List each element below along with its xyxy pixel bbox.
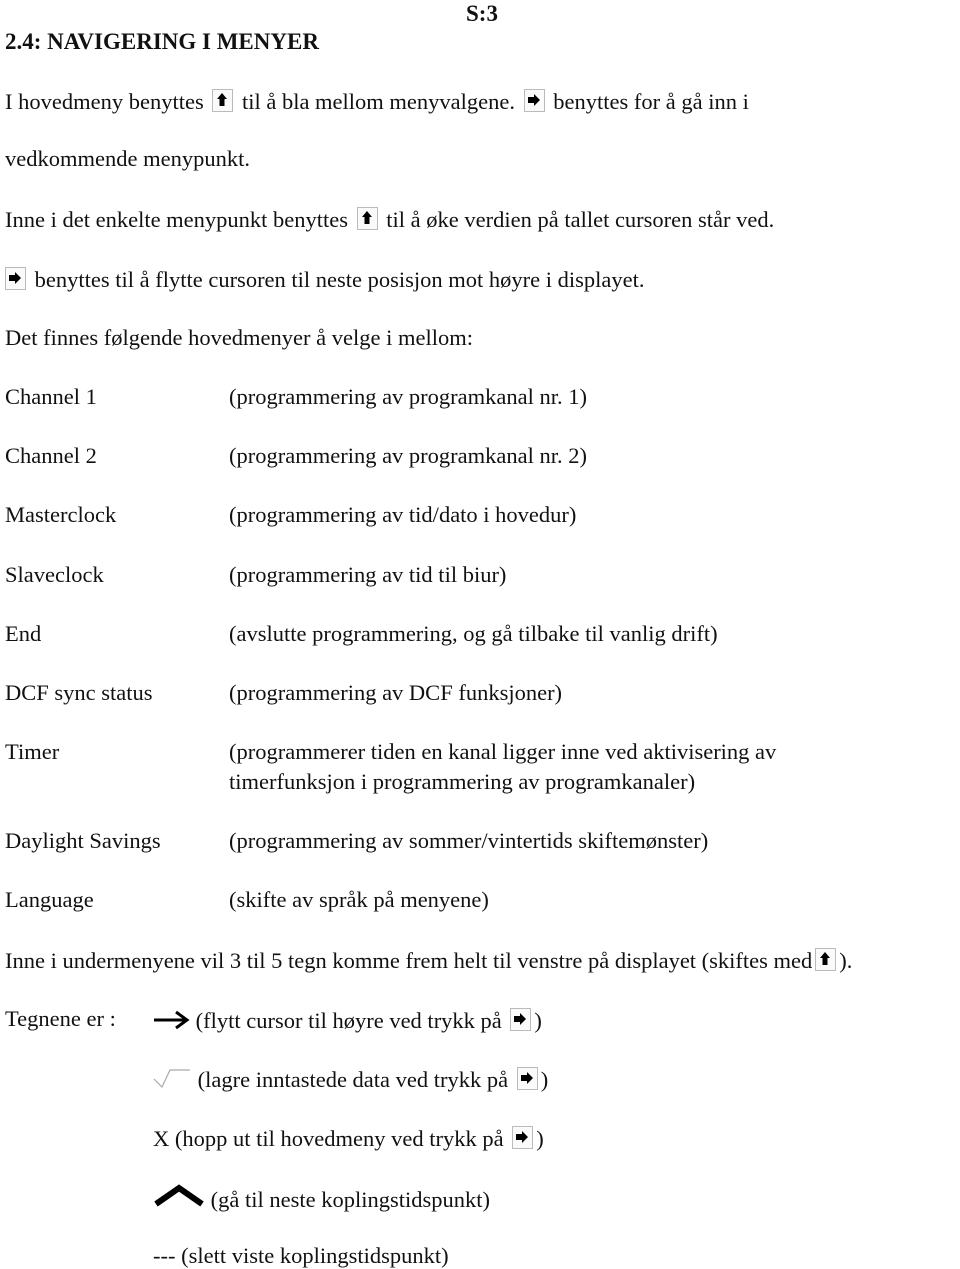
up-arrow-key-icon <box>356 207 378 230</box>
note-text: ). <box>839 948 853 973</box>
menu-name: Language <box>5 887 94 912</box>
sign-exit: X (hopp ut til hovedmeny ved trykk på ) <box>153 1126 544 1151</box>
sign-cursor: (flytt cursor til høyre ved trykk på ) <box>152 1008 542 1033</box>
menu-name: Channel 1 <box>5 384 97 409</box>
menu-name: Slaveclock <box>5 562 104 587</box>
menu-name: Timer <box>5 739 60 764</box>
page-title: 2.4: NAVIGERING I MENYER <box>5 29 319 54</box>
menu-desc: (programmerer tiden en kanal ligger inne… <box>229 739 777 764</box>
menu-desc-cont: timerfunksjon i programmering av program… <box>229 769 696 794</box>
intro-text: benyttes for å gå inn i <box>553 89 749 114</box>
menu-desc: (programmering av programkanal nr. 2) <box>229 443 588 468</box>
menu-desc: (avslutte programmering, og gå tilbake t… <box>229 621 718 646</box>
intro-text: benyttes til å flytte cursoren til neste… <box>34 267 645 292</box>
intro-line-4: benyttes til å flytte cursoren til neste… <box>2 267 645 292</box>
sign-text: (flytt cursor til høyre ved trykk på <box>195 1008 502 1033</box>
note-text: Inne i undermenyene vil 3 til 5 tegn kom… <box>5 948 813 973</box>
right-arrow-key-icon <box>510 1008 532 1031</box>
menu-desc: (skifte av språk på menyene) <box>229 887 489 912</box>
close-paren: ) <box>536 1126 544 1151</box>
sign-save: (lagre inntastede data ved trykk på ) <box>152 1067 548 1092</box>
menu-name: DCF sync status <box>5 680 153 705</box>
menu-desc: (programmering av sommer/vintertids skif… <box>229 828 709 853</box>
menu-name: Masterclock <box>5 502 117 527</box>
sign-delete: --- (slett viste koplingstidspunkt) <box>153 1243 449 1268</box>
intro-text: Inne i det enkelte menypunkt benyttes <box>5 207 349 232</box>
sign-text: (hopp ut til hovedmeny ved trykk på <box>174 1126 504 1151</box>
right-arrow-key-icon <box>523 89 545 112</box>
arrow-right-icon <box>154 1010 190 1030</box>
intro-text: til å øke verdien på tallet cursoren stå… <box>386 207 775 232</box>
right-arrow-key-icon <box>512 1126 534 1149</box>
intro-line-5: Det finnes følgende hovedmenyer å velge … <box>5 325 473 350</box>
right-arrow-key-icon <box>516 1067 538 1090</box>
sign-text: (gå til neste koplingstidspunkt) <box>210 1187 490 1212</box>
menu-name: End <box>5 621 42 646</box>
intro-text: I hovedmeny benyttes <box>5 89 204 114</box>
intro-text: til å bla mellom menyvalgene. <box>241 89 515 114</box>
menu-desc: (programmering av tid til biur) <box>229 562 507 587</box>
up-arrow-key-icon <box>212 89 234 112</box>
sign-next: (gå til neste koplingstidspunkt) <box>153 1184 490 1212</box>
menu-desc: (programmering av DCF funksjoner) <box>229 680 563 705</box>
intro-line-1: I hovedmeny benyttes til å bla mellom me… <box>5 89 749 114</box>
right-arrow-key-icon <box>5 267 26 290</box>
sign-text: (lagre inntastede data ved trykk på <box>197 1067 509 1092</box>
signs-label: Tegnene er : <box>5 1006 116 1031</box>
menu-desc: (programmering av tid/dato i hovedur) <box>229 502 577 527</box>
close-paren: ) <box>540 1067 549 1092</box>
menu-desc: (programmering av programkanal nr. 1) <box>229 384 588 409</box>
sign-text: (slett viste koplingstidspunkt) <box>181 1243 449 1268</box>
close-paren: ) <box>534 1008 542 1033</box>
intro-line-2: vedkommende menypunkt. <box>5 146 250 171</box>
intro-line-3: Inne i det enkelte menypunkt benyttes ti… <box>5 207 774 232</box>
submenu-note: Inne i undermenyene vil 3 til 5 tegn kom… <box>5 948 852 973</box>
up-arrow-key-icon <box>815 948 837 971</box>
menu-name: Daylight Savings <box>5 828 161 853</box>
sign-symbol: X <box>153 1126 170 1151</box>
menu-name: Channel 2 <box>5 443 97 468</box>
sign-symbol: --- <box>153 1243 176 1268</box>
checkmark-icon <box>153 1069 190 1089</box>
page-label: S:3 <box>466 1 498 26</box>
caret-up-icon <box>154 1184 204 1207</box>
